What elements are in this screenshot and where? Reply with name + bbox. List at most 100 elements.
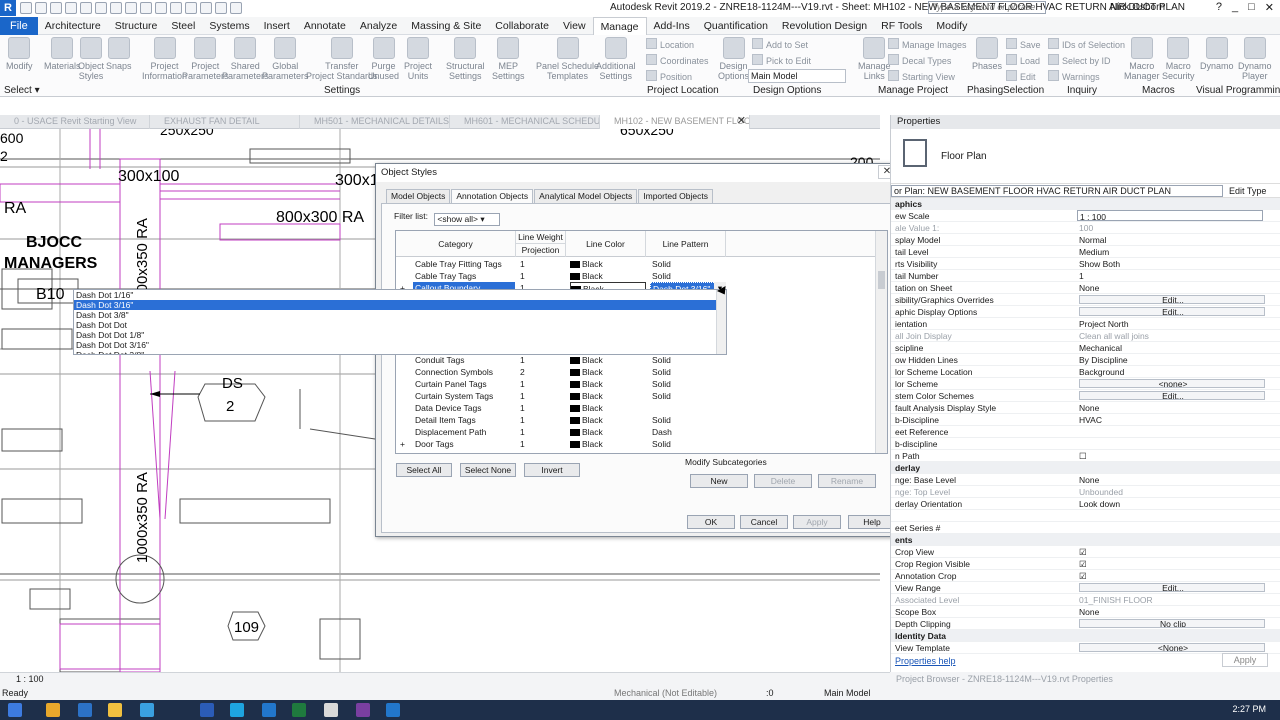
line-weight-cell[interactable]: 2 <box>520 366 564 378</box>
line-weight-cell[interactable]: 1 <box>520 270 564 282</box>
property-value[interactable]: Clean all wall joins <box>1077 330 1263 341</box>
property-value[interactable]: Mechanical <box>1077 342 1263 353</box>
property-value[interactable]: ☐ <box>1077 450 1263 461</box>
table-row[interactable]: Curtain System Tags 1 Black Solid <box>396 390 876 402</box>
search-input[interactable]: Type a keyword or phrase <box>928 1 1046 14</box>
switch-windows-icon[interactable] <box>230 2 242 14</box>
line-color-cell[interactable]: Black <box>570 354 646 366</box>
edit-selection-button[interactable]: Edit <box>1006 70 1036 82</box>
modify-button[interactable]: Modify <box>6 37 33 71</box>
property-value[interactable]: None <box>1077 402 1263 413</box>
materials-button[interactable]: Materials <box>44 37 81 71</box>
section-icon[interactable] <box>185 2 197 14</box>
redo-icon[interactable] <box>80 2 92 14</box>
object-styles-button[interactable]: Object Styles <box>78 37 104 81</box>
view-scale[interactable]: 1 : 100 <box>16 674 44 684</box>
ribbon-tab-view[interactable]: View <box>556 17 593 35</box>
ribbon-tab-systems[interactable]: Systems <box>202 17 256 35</box>
location-button[interactable]: Location <box>646 38 694 50</box>
project-information-button[interactable]: Project Information <box>142 37 187 81</box>
snip-icon[interactable] <box>324 703 338 717</box>
explorer-icon[interactable] <box>108 703 122 717</box>
property-value[interactable]: By Discipline <box>1077 354 1263 365</box>
table-row[interactable]: Detail Item Tags 1 Black Solid <box>396 414 876 426</box>
line-color-cell[interactable]: Black <box>570 414 646 426</box>
property-value[interactable] <box>1077 426 1263 437</box>
table-row[interactable]: + Door Tags 1 Black Solid <box>396 438 876 450</box>
line-color-cell[interactable]: Black <box>570 438 646 450</box>
line-weight-cell[interactable]: 1 <box>520 402 564 414</box>
line-pattern-cell[interactable]: Solid <box>650 354 726 366</box>
start-icon[interactable] <box>8 703 22 717</box>
close-tab-icon[interactable]: ✕ <box>737 115 746 128</box>
line-pattern-cell[interactable]: Solid <box>650 378 726 390</box>
line-color-cell[interactable]: Black <box>570 366 646 378</box>
property-value[interactable]: 100 <box>1077 222 1263 233</box>
ribbon-tab-analyze[interactable]: Analyze <box>353 17 404 35</box>
new-subcategory-button[interactable]: New <box>690 474 748 488</box>
type-selector[interactable]: Floor Plan <box>891 129 1280 184</box>
dialog-tab-analytical-model-objects[interactable]: Analytical Model Objects <box>534 189 638 203</box>
property-edit-button[interactable]: Edit... <box>1079 295 1265 304</box>
line-weight-cell[interactable]: 1 <box>520 426 564 438</box>
invert-button[interactable]: Invert <box>524 463 580 477</box>
macro-security-button[interactable]: Macro Security <box>1162 37 1195 81</box>
position-button[interactable]: Position <box>646 70 692 82</box>
macro-manager-button[interactable]: Macro Manager <box>1124 37 1160 81</box>
project-units-button[interactable]: Project Units <box>404 37 432 81</box>
property-edit-button[interactable]: Edit... <box>1079 583 1265 592</box>
line-pattern-cell[interactable]: Solid <box>650 258 726 270</box>
ribbon-tab-modify[interactable]: Modify <box>929 17 974 35</box>
structural-settings-button[interactable]: Structural Settings <box>446 37 485 81</box>
table-row[interactable]: Data Device Tags 1 Black <box>396 402 876 414</box>
snaps-button[interactable]: Snaps <box>106 37 132 71</box>
table-row[interactable]: Displacement Path 1 Black Dash <box>396 426 876 438</box>
close-hidden-icon[interactable] <box>215 2 227 14</box>
dialog-tab-model-objects[interactable]: Model Objects <box>386 189 451 203</box>
print-icon[interactable] <box>95 2 107 14</box>
dialog-tab-annotation-objects[interactable]: Annotation Objects <box>451 189 534 204</box>
property-value[interactable] <box>1077 510 1263 521</box>
dynamo-player-button[interactable]: Dynamo Player <box>1238 37 1272 81</box>
table-row[interactable]: Curtain Panel Tags 1 Black Solid <box>396 378 876 390</box>
dropdown-option[interactable]: Dash Dot 1/16" <box>74 290 726 300</box>
instance-select[interactable]: or Plan: NEW BASEMENT FLOOR HVAC RETURN … <box>891 184 1223 197</box>
property-value[interactable]: ☑ <box>1077 546 1263 557</box>
property-value[interactable]: Unbounded <box>1077 486 1263 497</box>
line-color-cell[interactable]: Black <box>570 402 646 414</box>
property-edit-button[interactable]: <none> <box>1079 379 1265 388</box>
line-color-cell[interactable]: Black <box>570 450 646 453</box>
line-pattern-cell[interactable]: Solid <box>650 366 726 378</box>
line-weight-cell[interactable]: 1 <box>520 378 564 390</box>
line-pattern-cell[interactable]: Solid <box>650 270 726 282</box>
property-value[interactable]: 1 : 100 <box>1077 210 1263 221</box>
table-row[interactable]: Cable Tray Fitting Tags 1 Black Solid <box>396 258 876 270</box>
line-color-cell[interactable]: Black <box>570 426 646 438</box>
property-value[interactable]: Look down <box>1077 498 1263 509</box>
property-edit-button[interactable]: Edit... <box>1079 391 1265 400</box>
property-value[interactable] <box>1077 438 1263 449</box>
3d-view-icon[interactable] <box>170 2 182 14</box>
delete-subcategory-button[interactable]: Delete <box>754 474 812 488</box>
line-pattern-cell[interactable]: Solid <box>650 414 726 426</box>
chrome-icon[interactable] <box>46 703 60 717</box>
dropdown-scrollbar[interactable] <box>716 290 726 354</box>
pick-to-edit-button[interactable]: Pick to Edit <box>752 54 811 66</box>
help-icon[interactable]: ? <box>1216 1 1222 14</box>
expand-icon[interactable]: + <box>400 438 410 450</box>
revit2-taskbar-icon[interactable] <box>386 703 400 717</box>
warnings-button[interactable]: Warnings <box>1048 70 1100 82</box>
table-row[interactable]: Conduit Tags 1 Black Solid <box>396 354 876 366</box>
user-name[interactable]: Nick.Osborn <box>1110 2 1165 13</box>
ribbon-tab-steel[interactable]: Steel <box>164 17 202 35</box>
property-value[interactable]: None <box>1077 282 1263 293</box>
filter-select[interactable]: <show all> ▾ <box>434 213 501 226</box>
rename-subcategory-button[interactable]: Rename <box>818 474 876 488</box>
view-tab[interactable]: MH102 - NEW BASEMENT FLOO... ✕ <box>600 115 750 129</box>
dialog-tab-imported-objects[interactable]: Imported Objects <box>638 189 713 203</box>
view-tab[interactable]: EXHAUST FAN DETAIL <box>150 115 300 129</box>
excel-icon[interactable] <box>292 703 306 717</box>
dropdown-option[interactable]: Dash Dot Dot <box>74 320 726 330</box>
line-weight-cell[interactable]: 1 <box>520 414 564 426</box>
line-pattern-cell[interactable]: Dash <box>650 426 726 438</box>
